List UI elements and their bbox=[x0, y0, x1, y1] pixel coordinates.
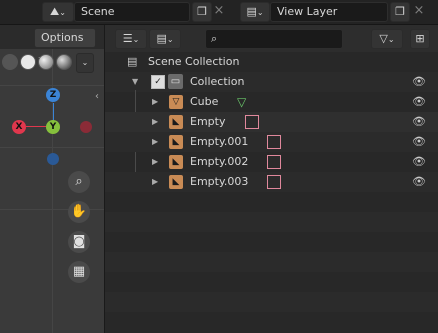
collection-icon: ▭ bbox=[168, 74, 183, 89]
outliner-item-label: Empty.001 bbox=[190, 135, 249, 148]
chevron-down-icon: ⌄ bbox=[387, 35, 395, 44]
filter-type-button[interactable]: ▤⌄ bbox=[149, 29, 181, 49]
outliner-empty-row bbox=[105, 232, 438, 252]
empty-data-icon[interactable] bbox=[245, 115, 259, 129]
camera-icon[interactable]: ◙ bbox=[68, 231, 90, 253]
outliner-header: ☰⌄ ▤⌄ ⌕ ▽⌄ ⊞ bbox=[105, 25, 438, 52]
chevron-down-icon: ⌄ bbox=[256, 8, 264, 17]
search-input[interactable]: ⌕ bbox=[205, 29, 343, 49]
eye-icon[interactable]: 👁 bbox=[412, 172, 426, 192]
gizmo-z-axis[interactable]: Z bbox=[46, 88, 60, 102]
eye-icon[interactable]: 👁 bbox=[412, 92, 426, 112]
empty-data-icon[interactable] bbox=[267, 135, 281, 149]
outliner-empty-row bbox=[105, 252, 438, 272]
material-shading-icon[interactable] bbox=[38, 54, 54, 70]
scene-icon: ⛰ bbox=[50, 5, 60, 18]
outliner-row-empty-001[interactable]: ▶ ◣ Empty.001 👁 bbox=[105, 132, 438, 152]
copy-icon[interactable]: ❐ bbox=[390, 2, 410, 22]
outliner-empty-row bbox=[105, 212, 438, 232]
grid-line bbox=[52, 25, 53, 333]
outliner-item-label: Empty.003 bbox=[190, 175, 249, 188]
eye-icon[interactable]: 👁 bbox=[412, 72, 426, 92]
outliner-item-label: Cube bbox=[190, 95, 219, 108]
view-layer-name-field[interactable]: View Layer bbox=[270, 2, 388, 22]
outliner-empty-row bbox=[105, 272, 438, 292]
close-icon[interactable]: × bbox=[212, 2, 226, 20]
outliner-empty-row bbox=[105, 292, 438, 312]
viewport-header: Options ⌄ bbox=[0, 25, 104, 61]
empty-object-icon: ◣ bbox=[169, 135, 183, 149]
3d-viewport[interactable]: Options ⌄ ⌄ ‹ Z X Y ⌕ ✋ ◙ ▦ bbox=[0, 25, 105, 333]
view-layer-icon: ▤ bbox=[246, 5, 257, 18]
hand-icon[interactable]: ✋ bbox=[68, 201, 90, 223]
empty-object-icon: ◣ bbox=[169, 115, 183, 129]
outliner-item-label: Empty bbox=[190, 115, 226, 128]
zoom-icon[interactable]: ⌕ bbox=[68, 171, 90, 193]
outliner-row-empty[interactable]: ▶ ◣ Empty 👁 bbox=[105, 112, 438, 132]
outliner-empty-row bbox=[105, 312, 438, 332]
empty-data-icon[interactable] bbox=[267, 175, 281, 189]
empty-data-icon[interactable] bbox=[267, 155, 281, 169]
scene-selector-button[interactable]: ⛰⌄ bbox=[42, 2, 74, 22]
scene-collection-icon: ▤ bbox=[127, 55, 138, 68]
options-label: Options bbox=[41, 31, 84, 44]
outliner-panel: ☰⌄ ▤⌄ ⌕ ▽⌄ ⊞ ▤ Scene Collection ▼ ✓ ▭ Co… bbox=[105, 25, 438, 333]
chevron-down-icon[interactable]: ⌄ bbox=[76, 53, 94, 73]
gizmo-negative-x-axis[interactable] bbox=[80, 121, 92, 133]
gizmo-negative-z-axis[interactable] bbox=[47, 153, 59, 165]
new-collection-icon[interactable]: ⊞ bbox=[410, 29, 430, 49]
outliner-icon: ☰ bbox=[122, 32, 133, 45]
filter-icon: ▽ bbox=[379, 32, 388, 45]
expand-triangle-icon[interactable]: ▶ bbox=[152, 112, 158, 132]
chevron-down-icon: ⌄ bbox=[166, 35, 174, 44]
outliner-row-collection[interactable]: ▼ ✓ ▭ Collection 👁 bbox=[105, 72, 438, 92]
display-mode-button[interactable]: ☰⌄ bbox=[115, 29, 147, 49]
outliner-row-scene-collection[interactable]: ▤ Scene Collection bbox=[105, 52, 438, 72]
eye-icon[interactable]: 👁 bbox=[412, 112, 426, 132]
collection-label: Collection bbox=[190, 75, 245, 88]
solid-shading-icon[interactable] bbox=[20, 54, 36, 70]
chevron-down-icon: ⌄ bbox=[132, 35, 140, 44]
gizmo-x-axis[interactable]: X bbox=[12, 120, 26, 134]
empty-object-icon: ◣ bbox=[169, 155, 183, 169]
view-layer-icon: ▤ bbox=[156, 32, 167, 45]
close-icon[interactable]: × bbox=[412, 2, 426, 20]
eye-icon[interactable]: 👁 bbox=[412, 152, 426, 172]
expand-triangle-icon[interactable]: ▶ bbox=[152, 152, 158, 172]
rendered-shading-icon[interactable] bbox=[56, 54, 72, 70]
expand-triangle-icon[interactable]: ▶ bbox=[152, 132, 158, 152]
scene-name-field[interactable]: Scene bbox=[74, 2, 190, 22]
outliner-row-empty-003[interactable]: ▶ ◣ Empty.003 👁 bbox=[105, 172, 438, 192]
outliner-row-empty-002[interactable]: ▶ ◣ Empty.002 👁 bbox=[105, 152, 438, 172]
view-layer-selector-button[interactable]: ▤⌄ bbox=[240, 2, 270, 22]
wireframe-shading-icon[interactable] bbox=[2, 54, 18, 70]
filter-button[interactable]: ▽⌄ bbox=[371, 29, 403, 49]
gizmo-y-axis[interactable]: Y bbox=[46, 120, 60, 134]
grid-icon[interactable]: ▦ bbox=[68, 261, 90, 283]
mesh-object-icon: ▽ bbox=[169, 95, 183, 109]
outliner-empty-row bbox=[105, 192, 438, 212]
chevron-down-icon: ⌄ bbox=[59, 8, 66, 17]
scene-collection-label: Scene Collection bbox=[148, 55, 240, 68]
top-bar: ⛰⌄ Scene ❐ × ▤⌄ View Layer ❐ × bbox=[0, 0, 438, 25]
eye-icon[interactable]: 👁 bbox=[412, 132, 426, 152]
outliner-item-label: Empty.002 bbox=[190, 155, 249, 168]
empty-object-icon: ◣ bbox=[169, 175, 183, 189]
copy-icon[interactable]: ❐ bbox=[192, 2, 212, 22]
expand-triangle-icon[interactable]: ▶ bbox=[152, 92, 158, 112]
mesh-data-icon[interactable]: ▽ bbox=[237, 94, 246, 110]
options-dropdown[interactable]: Options ⌄ bbox=[34, 28, 96, 61]
shading-toolbar: ⌄ bbox=[0, 53, 104, 73]
checkbox-icon[interactable]: ✓ bbox=[151, 75, 165, 89]
search-icon: ⌕ bbox=[211, 32, 218, 45]
chevron-left-icon[interactable]: ‹ bbox=[95, 91, 99, 102]
expand-triangle-icon[interactable]: ▶ bbox=[152, 172, 158, 192]
outliner-row-cube[interactable]: ▶ ▽ Cube ▽ 👁 bbox=[105, 92, 438, 112]
expand-triangle-icon[interactable]: ▼ bbox=[132, 72, 138, 92]
